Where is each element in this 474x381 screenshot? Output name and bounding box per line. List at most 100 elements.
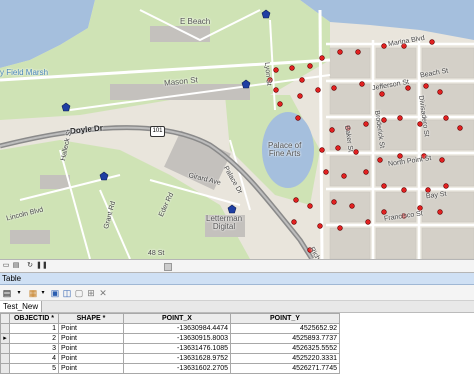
point-feature[interactable] [277, 101, 283, 107]
point-feature[interactable] [355, 49, 361, 55]
point-feature[interactable] [379, 91, 385, 97]
point-feature[interactable] [377, 157, 383, 163]
point-feature[interactable] [307, 63, 313, 69]
pause-icon[interactable]: ❚❚ [36, 262, 48, 270]
point-feature[interactable] [293, 197, 299, 203]
cell-shape[interactable]: Point [58, 363, 124, 374]
table-row[interactable]: 4 Point -13631628.9752 4525220.3331 [0, 353, 340, 364]
row-selector-header[interactable] [0, 313, 10, 324]
layout-view-icon[interactable]: ▤ [12, 262, 20, 270]
point-feature[interactable] [381, 183, 387, 189]
point-feature[interactable] [437, 89, 443, 95]
point-feature[interactable] [381, 117, 387, 123]
cell-point-x[interactable]: -13631602.2705 [123, 363, 231, 374]
attribute-table[interactable]: OBJECTID * SHAPE * POINT_X POINT_Y 1 Poi… [0, 313, 474, 381]
map-view[interactable]: E Beach y Field Marsh Mason St Doyle Dr … [0, 0, 474, 259]
point-feature[interactable] [381, 43, 387, 49]
point-feature[interactable] [381, 209, 387, 215]
cell-objectid[interactable]: 4 [9, 353, 59, 364]
cell-point-y[interactable]: 4525220.3331 [230, 353, 340, 364]
point-feature[interactable] [397, 115, 403, 121]
table-row[interactable]: 1 Point -13630984.4474 4525652.92 [0, 323, 340, 334]
point-feature[interactable] [315, 87, 321, 93]
point-feature[interactable] [437, 209, 443, 215]
point-feature[interactable] [289, 65, 295, 71]
point-feature[interactable] [329, 127, 335, 133]
point-feature[interactable] [335, 145, 341, 151]
point-feature[interactable] [457, 125, 463, 131]
point-feature[interactable] [323, 169, 329, 175]
point-feature[interactable] [425, 187, 431, 193]
cell-objectid[interactable]: 5 [9, 363, 59, 374]
point-feature[interactable] [297, 93, 303, 99]
cell-objectid[interactable]: 2 [9, 333, 59, 344]
cell-shape[interactable]: Point [58, 333, 124, 344]
column-header-objectid[interactable]: OBJECTID * [9, 313, 59, 324]
point-feature[interactable] [307, 203, 313, 209]
point-feature[interactable] [337, 49, 343, 55]
table-row[interactable]: ▸ 2 Point -13630915.8003 4525893.7737 [0, 333, 340, 344]
row-selector[interactable] [0, 323, 10, 334]
point-feature[interactable] [317, 223, 323, 229]
zoom-to-selected-icon[interactable]: ⊞ [86, 288, 96, 298]
point-feature[interactable] [365, 219, 371, 225]
related-tables-icon[interactable]: ▦ [28, 288, 38, 298]
row-selector-current[interactable]: ▸ [0, 333, 10, 344]
cell-point-x[interactable]: -13631476.1085 [123, 343, 231, 354]
point-feature[interactable] [331, 199, 337, 205]
cell-point-x[interactable]: -13631628.9752 [123, 353, 231, 364]
cell-shape[interactable]: Point [58, 353, 124, 364]
point-feature[interactable] [295, 115, 301, 121]
chevron-down-icon[interactable]: ▾ [14, 288, 24, 298]
cell-objectid[interactable]: 3 [9, 343, 59, 354]
point-feature[interactable] [443, 183, 449, 189]
layer-tab-test-new[interactable]: Test_New [0, 301, 43, 312]
chevron-down-icon[interactable]: ▾ [38, 288, 48, 298]
refresh-icon[interactable]: ↻ [26, 262, 34, 270]
point-feature[interactable] [401, 187, 407, 193]
point-feature[interactable] [319, 147, 325, 153]
table-options-icon[interactable]: ▤ [2, 288, 12, 298]
select-by-attributes-icon[interactable]: ▣ [50, 288, 60, 298]
map-view-icon[interactable]: ▭ [2, 262, 10, 270]
cell-shape[interactable]: Point [58, 323, 124, 334]
cell-shape[interactable]: Point [58, 343, 124, 354]
point-feature[interactable] [353, 149, 359, 155]
cell-point-x[interactable]: -13630915.8003 [123, 333, 231, 344]
point-feature[interactable] [319, 55, 325, 61]
point-feature[interactable] [443, 115, 449, 121]
point-feature[interactable] [405, 85, 411, 91]
point-feature[interactable] [439, 157, 445, 163]
column-header-shape[interactable]: SHAPE * [58, 313, 124, 324]
point-feature[interactable] [363, 121, 369, 127]
point-feature[interactable] [429, 39, 435, 45]
point-feature[interactable] [273, 67, 279, 73]
cell-objectid[interactable]: 1 [9, 323, 59, 334]
row-selector[interactable] [0, 363, 10, 374]
horizontal-scroll-thumb[interactable] [164, 263, 172, 271]
point-feature[interactable] [291, 219, 297, 225]
delete-selected-icon[interactable]: ✕ [98, 288, 108, 298]
clear-selection-icon[interactable]: ▢ [74, 288, 84, 298]
table-row[interactable]: 5 Point -13631602.2705 4526271.7745 [0, 363, 340, 374]
point-feature[interactable] [423, 83, 429, 89]
point-feature[interactable] [331, 85, 337, 91]
cell-point-y[interactable]: 4526325.5552 [230, 343, 340, 354]
point-feature[interactable] [359, 81, 365, 87]
cell-point-y[interactable]: 4525893.7737 [230, 333, 340, 344]
cell-point-x[interactable]: -13630984.4474 [123, 323, 231, 334]
column-header-point-x[interactable]: POINT_X [123, 313, 231, 324]
row-selector[interactable] [0, 353, 10, 364]
row-selector[interactable] [0, 343, 10, 354]
point-feature[interactable] [363, 169, 369, 175]
point-feature[interactable] [397, 153, 403, 159]
cell-point-y[interactable]: 4526271.7745 [230, 363, 340, 374]
point-feature[interactable] [273, 87, 279, 93]
cell-point-y[interactable]: 4525652.92 [230, 323, 340, 334]
column-header-point-y[interactable]: POINT_Y [230, 313, 340, 324]
point-feature[interactable] [299, 77, 305, 83]
point-feature[interactable] [341, 173, 347, 179]
point-feature[interactable] [349, 203, 355, 209]
point-feature[interactable] [337, 225, 343, 231]
pentagon-marker[interactable] [227, 204, 237, 214]
